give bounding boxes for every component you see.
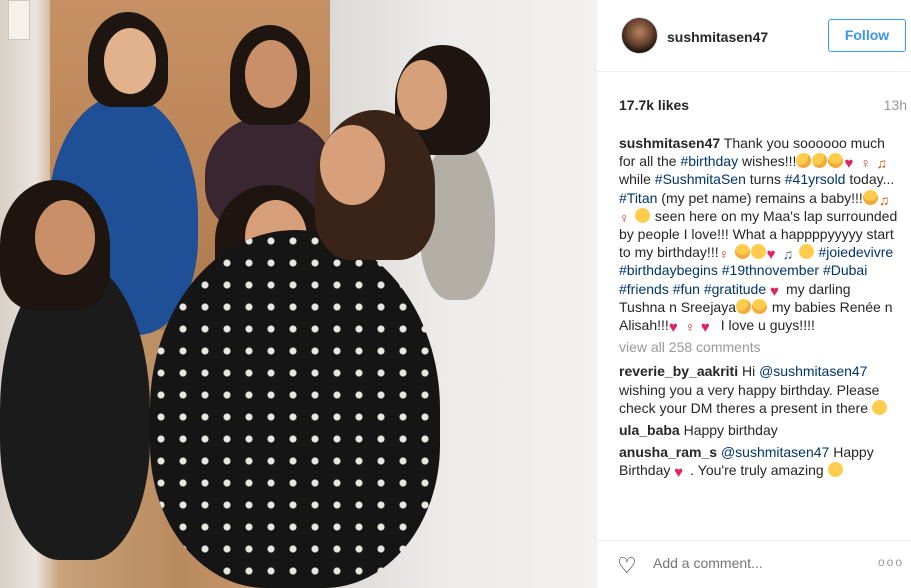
heart-emoji-icon: ♥ <box>770 282 779 300</box>
comment-text: Hi <box>738 363 760 380</box>
comment-text: wishing you a very happy birthday. Pleas… <box>619 381 880 416</box>
broken-emoji-icon: ♥ <box>674 464 684 482</box>
post-photo[interactable] <box>0 0 596 588</box>
dance-emoji-icon: ♀ <box>718 246 730 263</box>
heart-eyes-emoji-icon <box>862 189 878 205</box>
photo-wall-sign <box>8 0 30 40</box>
comments-list: sushmitasen47 Thank you soooooo much for… <box>619 134 899 484</box>
comment-text: Happy birthday <box>679 422 778 439</box>
hashtag-link[interactable]: #41yrsold <box>785 171 846 187</box>
heart-eyes-emoji-icon <box>828 153 844 169</box>
post-username[interactable]: sushmitasen47 <box>667 29 768 45</box>
more-options-icon[interactable]: ooo <box>878 555 904 569</box>
comment-text: wishes!!! <box>738 153 797 170</box>
post-timestamp[interactable]: 13h <box>884 97 907 113</box>
comment-username[interactable]: anusha_ram_s <box>619 444 717 460</box>
comment-text: . You're truly amazing <box>690 462 828 479</box>
smile-emoji-icon <box>635 207 650 223</box>
kiss-emoji-icon <box>796 153 812 169</box>
list-item: reverie_by_aakriti Hi @sushmitasen47 wis… <box>619 362 899 417</box>
avatar[interactable] <box>621 17 658 54</box>
hashtag-link[interactable]: #birthday <box>680 153 738 169</box>
add-comment-input[interactable] <box>653 555 853 571</box>
hashtag-link[interactable]: #Titan <box>619 190 657 206</box>
photo-face <box>320 125 385 205</box>
hashtag-link[interactable]: #friends <box>619 281 669 297</box>
comment-text: (my pet name) remains a baby!!! <box>657 189 863 206</box>
list-item: anusha_ram_s @sushmitasen47 Happy Birthd… <box>619 443 899 482</box>
hashtag-link[interactable]: #birthdaybegins <box>619 262 718 278</box>
comment-username[interactable]: sushmitasen47 <box>619 135 720 151</box>
dance-emoji-icon: ♀ <box>619 209 630 226</box>
follow-button[interactable]: Follow <box>828 19 906 52</box>
photo-person-polka-dress <box>150 230 440 588</box>
comment-username[interactable]: reverie_by_aakriti <box>619 363 738 379</box>
comment-username[interactable]: ula_baba <box>619 422 680 438</box>
kiss-emoji-icon <box>812 153 828 169</box>
dance-emoji-icon: ♀ <box>684 319 696 336</box>
post-header: sushmitasen47 Follow <box>597 0 911 72</box>
smile-emoji-icon <box>827 462 843 478</box>
like-heart-icon[interactable]: ♡ <box>617 555 641 577</box>
comment-text: I love u guys!!!! <box>716 317 815 334</box>
photo-face <box>35 200 95 275</box>
likes-row: 17.7k likes 13h <box>619 97 907 113</box>
music-emoji-icon: ♫ <box>782 246 794 263</box>
comment-text: turns <box>745 171 785 188</box>
view-all-comments-link[interactable]: view all 258 comments <box>619 338 899 356</box>
smile-emoji-icon <box>871 399 887 415</box>
heart-emoji-icon: ♥ <box>766 246 776 264</box>
hashtag-link[interactable]: #joiedevivre <box>818 244 893 260</box>
smile-emoji-icon <box>750 244 766 260</box>
grin-emoji-icon <box>798 244 814 260</box>
list-item: ula_baba Happy birthday <box>619 421 899 439</box>
likes-count[interactable]: 17.7k likes <box>619 97 689 113</box>
photo-face <box>104 28 156 94</box>
comment-text: today... <box>845 171 895 188</box>
dance-emoji-icon: ♀ <box>860 155 871 172</box>
heart-emoji-icon: ♥ <box>844 155 854 173</box>
comment-text: while <box>619 171 655 188</box>
heart-emoji-icon: ♥ <box>700 319 710 337</box>
mention-link[interactable]: @sushmitasen47 <box>759 363 867 379</box>
mention-link[interactable]: @sushmitasen47 <box>721 444 829 460</box>
post-sidebar: sushmitasen47 Follow 17.7k likes 13h sus… <box>596 0 911 588</box>
kiss-emoji-icon <box>736 298 751 314</box>
heart-emoji-icon: ♥ <box>668 319 678 337</box>
hashtag-link[interactable]: #SushmitaSen <box>655 171 746 187</box>
comment-footer: ♡ ooo <box>597 540 911 588</box>
photo-face <box>245 40 297 108</box>
hashtag-link[interactable]: #fun <box>673 281 700 297</box>
hashtag-link[interactable]: #19thnovember <box>722 262 819 278</box>
party-emoji-icon: ♫ <box>876 155 887 172</box>
hashtag-link[interactable]: #gratitude <box>704 281 766 297</box>
heart-eyes-emoji-icon <box>752 298 767 314</box>
hashtag-link[interactable]: #Dubai <box>823 262 867 278</box>
party-emoji-icon: ♫ <box>878 191 890 208</box>
caption-comment: sushmitasen47 Thank you soooooo much for… <box>619 134 899 337</box>
heart-eyes-emoji-icon <box>734 244 750 260</box>
